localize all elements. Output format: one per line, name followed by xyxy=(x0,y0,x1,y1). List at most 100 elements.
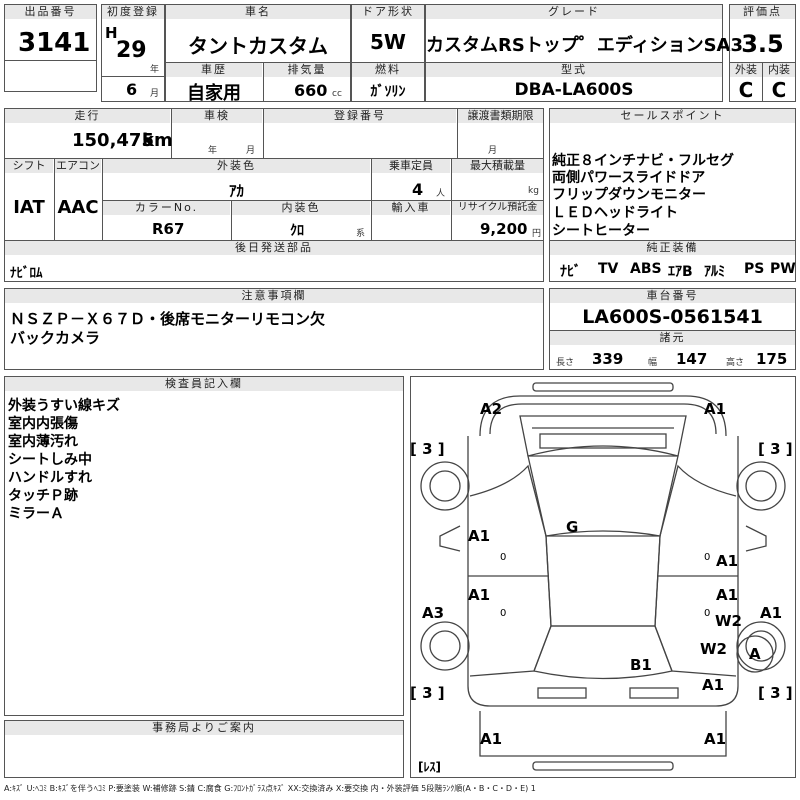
color-no: R67 xyxy=(152,220,185,238)
history-label: 車歴 xyxy=(166,63,262,77)
displacement-unit: cc xyxy=(332,89,342,99)
car-diagram xyxy=(420,382,786,771)
inspector-line: シートしみ中 xyxy=(8,452,92,468)
car-name-label: 車名 xyxy=(166,5,350,19)
int-color-unit: 系 xyxy=(356,229,366,239)
diagram-mark: G xyxy=(566,518,579,536)
door-zero-mark: 0 xyxy=(704,608,711,619)
diagram-mark: [ 3 ] xyxy=(758,440,793,458)
door-zero-mark: 0 xyxy=(704,552,711,563)
sales-label: セールスポイント xyxy=(550,109,795,123)
displacement: 660 xyxy=(294,81,328,100)
month-unit: 月 xyxy=(150,89,160,99)
equipment-item: ABS xyxy=(630,261,662,277)
mileage-label: 走行 xyxy=(5,109,170,123)
equipment-item: PW xyxy=(770,261,796,277)
score-label: 評価点 xyxy=(730,5,795,19)
equipment-item: PS xyxy=(744,261,765,277)
dims-label: 諸元 xyxy=(550,331,795,345)
reg-year: 29 xyxy=(116,38,147,63)
model-label: 型式 xyxy=(426,63,722,77)
parts-label: 後日発送部品 xyxy=(5,241,543,255)
door-zero-mark: 0 xyxy=(500,552,507,563)
diagram-mark: A3 xyxy=(422,604,445,622)
inspector-line: 室内内張傷 xyxy=(8,416,78,432)
equipment-item: ｱﾙﾐ xyxy=(704,264,725,280)
diagram-mark: A1 xyxy=(760,604,783,622)
equipment-item: TV xyxy=(598,261,619,277)
diagram-mark: A1 xyxy=(716,552,739,570)
chassis-label: 車台番号 xyxy=(550,289,795,303)
inspector-line: ハンドルすれ xyxy=(8,470,92,486)
reg-no-label: 登録番号 xyxy=(264,109,456,123)
color-no-label: カラーNo. xyxy=(103,201,230,215)
capacity-unit: 人 xyxy=(436,189,446,199)
reg-month: 6 xyxy=(126,80,138,99)
notes-line: ＮＳＺＰ－Ｘ６７Ｄ・後席モニターリモコン欠 xyxy=(10,310,326,328)
lot-number: 3141 xyxy=(18,28,91,58)
inspector-line: 室内薄汚れ xyxy=(8,434,78,450)
ext-color-label: 外装色 xyxy=(103,159,370,173)
lot-number-label: 出品番号 xyxy=(5,5,96,19)
import-label: 輸入車 xyxy=(372,201,450,215)
door-type: 5W xyxy=(370,30,406,54)
diagram-mark: A xyxy=(749,645,761,663)
year-unit: 年 xyxy=(150,65,160,75)
door-label: ドア形状 xyxy=(352,5,424,19)
inspector-line: タッチＰ跡 xyxy=(8,488,78,504)
diagram-mark: W2 xyxy=(700,640,727,658)
equipment-item: ﾅﾋﾞ xyxy=(560,264,581,280)
history: 自家用 xyxy=(187,83,241,104)
diagram-mark: A1 xyxy=(704,730,727,748)
sales-point: ＬＥＤヘッドライト xyxy=(552,205,678,221)
parts: ﾅﾋﾞﾛﾑ xyxy=(10,266,43,281)
transfer-month-unit: 月 xyxy=(488,146,498,156)
diagram-mark: A1 xyxy=(480,730,503,748)
chassis-number: LA600S-0561541 xyxy=(582,306,763,328)
diagram-mark: A1 xyxy=(716,586,739,604)
diagram-mark: [ﾚｽ] xyxy=(418,760,441,774)
office-label: 事務局よりご案内 xyxy=(5,721,403,735)
recycle-unit: 円 xyxy=(532,229,542,239)
car-name: タントカスタム xyxy=(188,34,328,58)
capacity: 4 xyxy=(412,180,424,199)
fuel: ｶﾞｿﾘﾝ xyxy=(370,84,406,100)
exterior-label: 外装 xyxy=(730,63,762,77)
width-label: 幅 xyxy=(648,358,658,368)
grade: カスタムRSトップ゜エディションSA3 xyxy=(426,35,743,56)
inspector-line: ミラーＡ xyxy=(8,506,64,522)
equipment-item: ｴｱB xyxy=(668,264,693,280)
notes-label: 注意事項欄 xyxy=(5,289,543,303)
diagram-mark: A1 xyxy=(468,586,491,604)
height-label: 高さ xyxy=(726,358,745,368)
shift-label: シフト xyxy=(5,159,53,173)
max-load-unit: kg xyxy=(528,186,539,196)
width: 147 xyxy=(676,350,708,368)
interior-label: 内装 xyxy=(763,63,795,77)
first-reg-label: 初度登録 xyxy=(102,5,164,19)
diagram-mark: B1 xyxy=(630,656,652,674)
height: 175 xyxy=(756,350,788,368)
transfer-label: 譲渡書類期限 xyxy=(458,109,543,123)
grade-label: グレード xyxy=(426,5,722,19)
ac-label: エアコン xyxy=(55,159,101,173)
int-color-label: 内装色 xyxy=(232,201,370,215)
length: 339 xyxy=(592,350,624,368)
diagram-mark: A1 xyxy=(702,676,725,694)
diagram-mark: [ 3 ] xyxy=(410,684,445,702)
sales-point: シートヒーター xyxy=(552,223,650,239)
notes-line: バックカメラ xyxy=(10,329,101,347)
exterior-grade: C xyxy=(738,78,754,102)
sales-point: フリップダウンモニター xyxy=(552,187,706,203)
door-zero-mark: 0 xyxy=(500,608,507,619)
mileage-unit: km xyxy=(142,130,173,151)
diagram-mark: A1 xyxy=(704,400,727,418)
shift: IAT xyxy=(13,197,45,218)
inspection-year-unit: 年 xyxy=(208,146,218,156)
ac: AAC xyxy=(57,197,99,218)
fuel-label: 燃料 xyxy=(352,63,424,77)
max-load-label: 最大積載量 xyxy=(452,159,543,173)
diagram-mark: [ 3 ] xyxy=(758,684,793,702)
length-label: 長さ xyxy=(556,358,575,368)
inspection-month-unit: 月 xyxy=(246,146,256,156)
